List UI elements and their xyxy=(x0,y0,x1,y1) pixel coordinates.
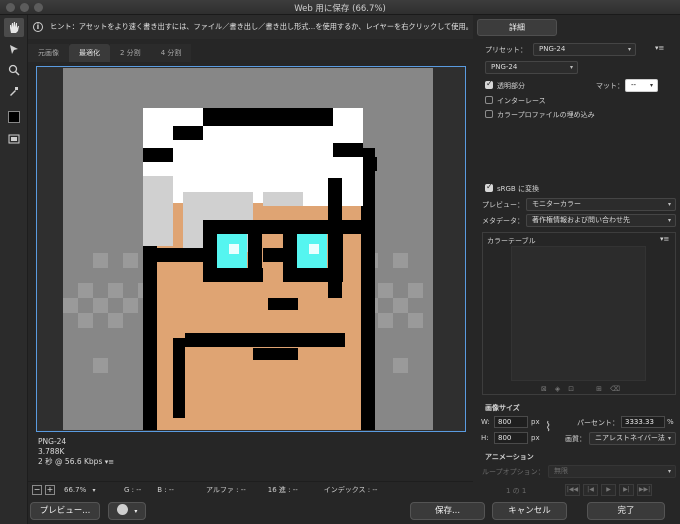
blue-value: B : -- xyxy=(157,485,174,494)
embed-profile-checkbox[interactable] xyxy=(485,110,493,118)
loop-options-select: 無限 ▾ xyxy=(548,465,676,478)
zoom-tool[interactable] xyxy=(4,60,24,79)
percent-unit: % xyxy=(667,418,674,426)
play-button: ▶ xyxy=(601,484,616,496)
percent-label: パーセント： xyxy=(577,419,619,427)
preset-select[interactable]: PNG-24 ▾ xyxy=(533,43,636,56)
hex-value: 16 進 : -- xyxy=(267,485,298,494)
index-value: インデックス : -- xyxy=(323,485,378,494)
interlace-checkbox[interactable] xyxy=(485,96,493,104)
matte-label: マット： xyxy=(596,82,624,90)
tools-panel xyxy=(0,15,28,524)
preset-menu-icon[interactable]: ▾≡ xyxy=(655,44,664,52)
alpha-value: アルファ : -- xyxy=(205,485,246,494)
tab-optimized[interactable]: 最適化 xyxy=(69,44,110,62)
zoom-level-select[interactable]: 66.7% ▾ xyxy=(64,486,104,494)
quality-select[interactable]: ニアレストネイバー法 ▾ xyxy=(589,432,676,445)
eyedropper-icon xyxy=(10,86,18,96)
green-value: G : -- xyxy=(124,485,142,494)
hint-text: ヒント：アセットをより速く書き出すには、ファイル／書き出し／書き出し形式...を… xyxy=(50,22,473,31)
width-label: W: xyxy=(481,418,490,426)
new-color-icon[interactable]: ⊞ xyxy=(596,385,602,393)
output-file-size: 3.788K xyxy=(38,447,65,456)
map-transparency-icon[interactable]: ⊠ xyxy=(541,385,547,393)
browser-preview-select[interactable]: ▾ xyxy=(108,502,146,520)
hand-icon xyxy=(10,22,19,33)
width-input[interactable]: 800 xyxy=(494,416,528,428)
delete-color-icon[interactable]: ⌫ xyxy=(610,385,620,393)
image-info: PNG-24 3.788K 2 秒 @ 56.6 Kbps ▾≡ xyxy=(38,437,114,467)
height-label: H: xyxy=(481,434,489,442)
image-size-title: 画像サイズ xyxy=(485,404,520,412)
magnifier-icon xyxy=(8,64,20,76)
matte-select[interactable]: -- ▾ xyxy=(625,79,658,92)
metadata-label: メタデータ： xyxy=(482,217,524,225)
web-snap-icon[interactable]: ◈ xyxy=(555,385,560,393)
toggle-slices-visibility-tool[interactable] xyxy=(4,129,24,148)
previous-frame-button: |◀ xyxy=(583,484,598,496)
menu-icon[interactable]: ▾≡ xyxy=(105,458,114,466)
info-icon: i xyxy=(33,22,43,32)
eyedropper-color-swatch[interactable] xyxy=(4,107,24,126)
color-table-swatches[interactable] xyxy=(511,246,646,381)
hint-bar: i ヒント：アセットをより速く書き出すには、ファイル／書き出し／書き出し形式..… xyxy=(28,15,473,39)
slice-select-icon xyxy=(10,44,18,54)
height-unit: px xyxy=(531,434,540,442)
format-select[interactable]: PNG-24 ▾ xyxy=(485,61,578,74)
tab-4-up[interactable]: 4 分割 xyxy=(150,44,192,62)
preview-color-select[interactable]: モニターカラー ▾ xyxy=(526,198,676,211)
tab-2-up[interactable]: 2 分割 xyxy=(110,44,151,62)
zoom-in-button[interactable]: + xyxy=(45,484,55,495)
color-table-menu-icon[interactable]: ▾≡ xyxy=(660,235,669,243)
save-button[interactable]: 保存... xyxy=(410,502,485,520)
title-bar: Web 用に保存 (66.7%) xyxy=(0,0,680,15)
window-title: Web 用に保存 (66.7%) xyxy=(294,4,386,14)
zoom-out-button[interactable]: − xyxy=(32,484,42,495)
preview-button[interactable]: プレビュー... xyxy=(30,502,100,520)
interlace-label: インターレース xyxy=(497,97,546,105)
first-frame-button: |◀◀ xyxy=(565,484,580,496)
color-table-title: カラーテーブル xyxy=(487,237,536,245)
hand-tool[interactable] xyxy=(4,18,24,37)
constrain-link-icon[interactable]: ⌇ xyxy=(545,420,551,435)
srgb-checkbox[interactable] xyxy=(485,182,493,192)
color-table-toolbar: ⊠ ◈ ⊡ ⊞ ⌫ xyxy=(541,385,620,393)
view-tabs: 元画像 最適化 2 分割 4 分割 xyxy=(28,44,192,62)
eyedropper-tool[interactable] xyxy=(4,81,24,100)
tab-original[interactable]: 元画像 xyxy=(28,44,69,62)
transparency-label: 透明部分 xyxy=(497,82,525,90)
height-input[interactable]: 800 xyxy=(494,432,528,444)
slice-select-tool[interactable] xyxy=(4,39,24,58)
output-format: PNG-24 xyxy=(38,437,67,446)
srgb-label: sRGB に変換 xyxy=(497,185,539,193)
cancel-button[interactable]: キャンセル xyxy=(492,502,567,520)
last-frame-button: ▶▶| xyxy=(637,484,652,496)
done-button[interactable]: 完了 xyxy=(587,502,665,520)
loop-options-label: ループオプション： xyxy=(482,468,545,476)
detail-button[interactable]: 詳細 xyxy=(477,19,557,36)
next-frame-button: ▶| xyxy=(619,484,634,496)
preset-label: プリセット： xyxy=(485,46,527,54)
width-unit: px xyxy=(531,418,540,426)
animation-title: アニメーション xyxy=(485,453,534,461)
pixel-art-preview xyxy=(63,68,433,430)
transparency-checkbox[interactable] xyxy=(485,79,493,89)
lock-color-icon[interactable]: ⊡ xyxy=(568,385,574,393)
slices-visibility-icon xyxy=(8,134,20,143)
frame-counter: 1 の 1 xyxy=(506,487,527,495)
percent-input[interactable]: 3333.33 xyxy=(621,416,665,428)
preview-color-label: プレビュー： xyxy=(482,201,524,209)
quality-label: 画質： xyxy=(565,435,586,443)
status-bar: − + 66.7% ▾ G : -- B : -- アルファ : -- 16 進… xyxy=(28,481,473,497)
download-time: 2 秒 @ 56.6 Kbps ▾≡ xyxy=(38,457,115,466)
browser-icon xyxy=(116,504,128,515)
metadata-select[interactable]: 著作権情報および問い合わせ先 ▾ xyxy=(526,214,676,227)
embed-profile-label: カラープロファイルの埋め込み xyxy=(497,111,595,119)
